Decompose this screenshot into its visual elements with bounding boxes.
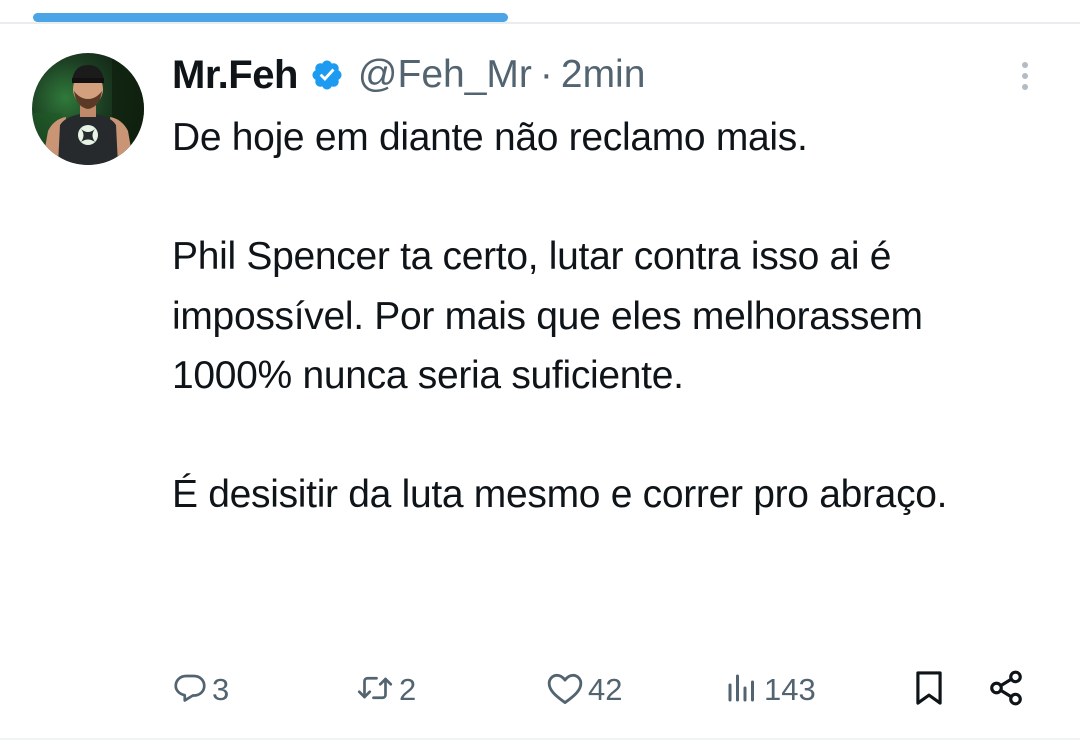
- views-icon: [724, 670, 760, 711]
- progress-fill: [33, 13, 508, 22]
- reply-icon: [172, 670, 208, 711]
- timestamp[interactable]: 2min: [561, 53, 646, 97]
- action-bar: 3 2 42 143: [0, 665, 1080, 715]
- retweet-count: 2: [399, 672, 417, 707]
- loading-bar: [0, 0, 1080, 24]
- reply-button[interactable]: 3: [172, 665, 229, 715]
- tweet-paragraph: É desisitir da luta mesmo e correr pro a…: [172, 473, 948, 516]
- like-icon: [546, 670, 584, 711]
- views-count: 143: [764, 672, 816, 707]
- tweet-paragraph: Phil Spencer ta certo, lutar contra isso…: [172, 235, 923, 397]
- tweet-page: Mr.Feh @Feh_Mr · 2min De hoje em diante …: [0, 0, 1080, 740]
- verified-icon[interactable]: [310, 58, 344, 92]
- retweet-icon: [355, 670, 395, 711]
- like-button[interactable]: 42: [546, 665, 622, 715]
- avatar[interactable]: [32, 53, 144, 165]
- tweet-text: De hoje em diante não reclamo mais. Phil…: [172, 108, 1052, 525]
- separator-dot: ·: [539, 53, 553, 96]
- bookmark-button[interactable]: [912, 665, 946, 715]
- share-icon: [987, 669, 1025, 712]
- header-divider: [0, 22, 1080, 24]
- like-count: 42: [588, 672, 623, 707]
- more-icon[interactable]: [1015, 58, 1035, 98]
- bookmark-icon: [912, 669, 946, 712]
- share-button[interactable]: [987, 665, 1025, 715]
- retweet-button[interactable]: 2: [355, 665, 416, 715]
- views-button[interactable]: 143: [724, 665, 816, 715]
- display-name[interactable]: Mr.Feh: [172, 53, 298, 98]
- tweet-header: Mr.Feh @Feh_Mr · 2min: [172, 52, 645, 98]
- reply-count: 3: [212, 672, 230, 707]
- tweet-paragraph: De hoje em diante não reclamo mais.: [172, 116, 808, 159]
- user-handle[interactable]: @Feh_Mr: [358, 53, 532, 97]
